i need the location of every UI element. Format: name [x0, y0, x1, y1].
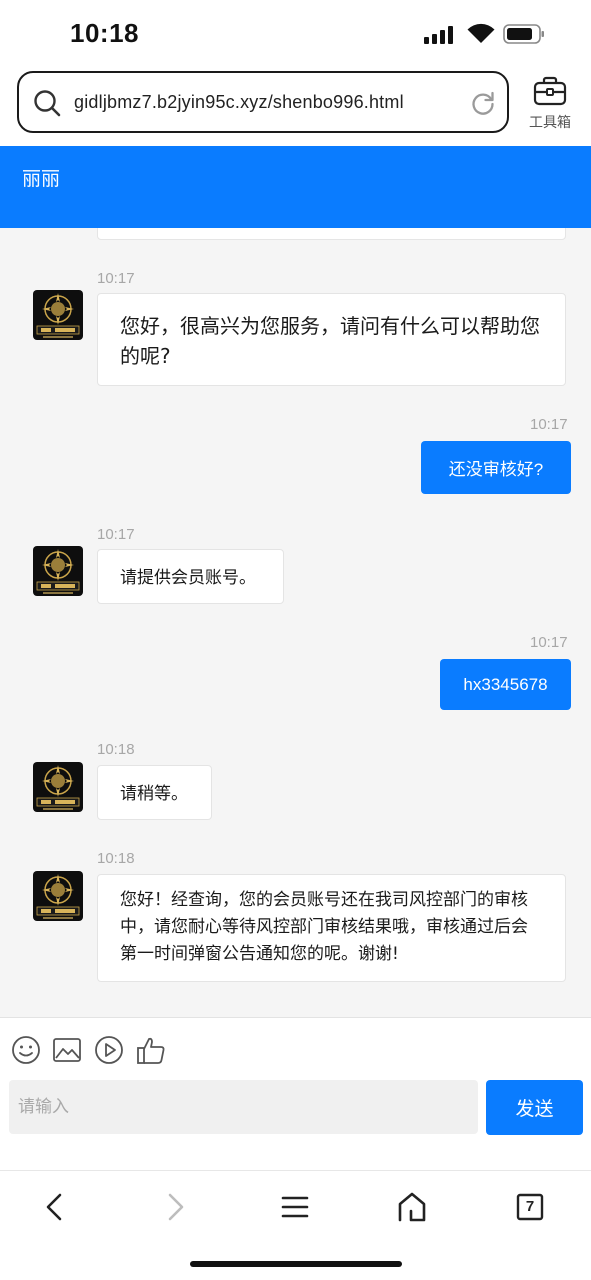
signal-icon	[424, 26, 456, 44]
message-bubble: 请稍等。	[97, 765, 212, 820]
url-bar[interactable]: gidljbmz7.b2jyin95c.xyz/shenbo996.html	[17, 71, 509, 133]
message-time: 10:17	[97, 270, 135, 287]
message-bubble: 您好，很高兴为您服务，请问有什么可以帮助您的呢?	[97, 293, 566, 386]
chat-header: 丽丽	[0, 146, 591, 228]
tabs-icon[interactable]: 7	[513, 1190, 547, 1224]
avatar-logo-icon	[36, 549, 80, 594]
message-time: 10:17	[530, 416, 568, 433]
message-time: 10:17	[97, 526, 135, 543]
image-icon[interactable]	[52, 1034, 82, 1066]
divider	[0, 1170, 591, 1171]
home-icon[interactable]	[395, 1190, 429, 1224]
wifi-icon	[467, 23, 495, 43]
avatar-logo-icon	[36, 293, 80, 338]
chat-title: 丽丽	[22, 168, 61, 190]
home-indicator	[190, 1261, 402, 1267]
message-time: 10:17	[530, 634, 568, 651]
message-text: hx3345678	[463, 674, 548, 694]
message-input[interactable]	[9, 1080, 478, 1134]
url-text[interactable]: gidljbmz7.b2jyin95c.xyz/shenbo996.html	[74, 92, 404, 113]
chat-area[interactable]: 10:17 您好，很高兴为您服务，请问有什么可以帮助您的呢? 10:17 还没审…	[0, 228, 591, 1017]
back-icon[interactable]	[38, 1190, 72, 1224]
video-icon[interactable]	[93, 1034, 125, 1066]
toolbox-label: 工具箱	[529, 115, 571, 131]
agent-avatar	[33, 290, 83, 340]
message-bubble: 您好！经查询，您的会员账号还在我司风控部门的审核中，请您耐心等待风控部门审核结果…	[97, 874, 566, 982]
previous-message-bubble	[97, 228, 566, 240]
menu-icon[interactable]	[278, 1190, 312, 1224]
message-bubble-user: hx3345678	[440, 659, 571, 710]
reload-icon[interactable]	[470, 90, 496, 116]
send-button[interactable]: 发送	[486, 1080, 583, 1135]
emoji-icon[interactable]	[10, 1034, 42, 1066]
message-text: 您好，很高兴为您服务，请问有什么可以帮助您的呢?	[120, 314, 540, 368]
input-toolbar	[0, 1034, 591, 1070]
message-text: 请提供会员账号。	[120, 568, 256, 588]
message-text: 还没审核好?	[448, 460, 544, 479]
search-icon	[34, 90, 61, 117]
battery-icon	[503, 24, 544, 44]
thumbs-up-icon[interactable]	[135, 1034, 167, 1066]
avatar-logo-icon	[36, 765, 80, 810]
message-text: 请稍等。	[120, 784, 188, 804]
status-time: 10:18	[70, 18, 139, 48]
agent-avatar	[33, 871, 83, 921]
page: 10:18 gidljbmz7.b2jyin95c.xyz/shenbo996.…	[0, 0, 591, 1280]
message-time: 10:18	[97, 850, 135, 867]
toolbox-icon	[533, 76, 567, 106]
forward-icon[interactable]	[158, 1190, 192, 1224]
message-text: 您好！经查询，您的会员账号还在我司风控部门的审核中，请您耐心等待风控部门审核结果…	[120, 890, 528, 964]
message-bubble: 请提供会员账号。	[97, 549, 284, 604]
agent-avatar	[33, 546, 83, 596]
agent-avatar	[33, 762, 83, 812]
divider	[0, 1017, 591, 1018]
status-bar: 10:18	[0, 0, 591, 68]
toolbox-button[interactable]: 工具箱	[524, 76, 576, 136]
tab-count: 7	[525, 1198, 535, 1215]
avatar-logo-icon	[36, 874, 80, 919]
message-time: 10:18	[97, 741, 135, 758]
message-bubble-user: 还没审核好?	[421, 441, 571, 494]
